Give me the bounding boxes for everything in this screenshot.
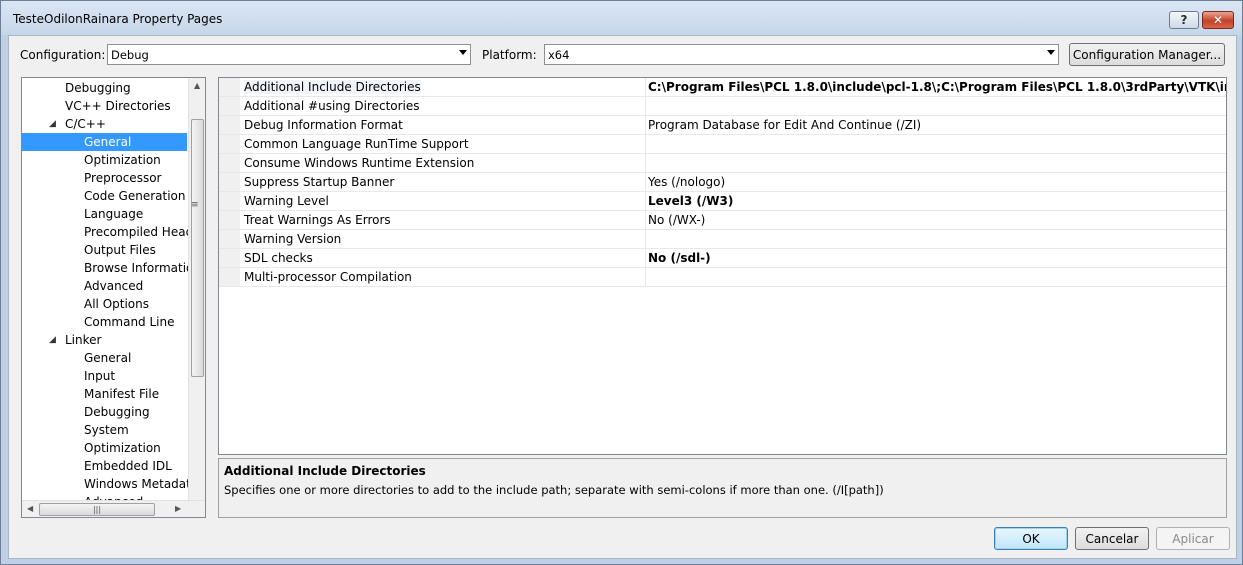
property-row[interactable]: Treat Warnings As Errors No (/WX-)	[219, 211, 1226, 230]
property-name: Warning Version	[244, 232, 342, 246]
property-row[interactable]: Suppress Startup Banner Yes (/nologo)	[219, 173, 1226, 192]
property-value[interactable]: C:\Program Files\PCL 1.8.0\include\pcl-1…	[645, 78, 1226, 96]
chevron-down-icon	[1047, 50, 1055, 55]
tree-vertical-thumb[interactable]	[191, 119, 204, 377]
apply-button[interactable]: Aplicar	[1156, 527, 1230, 550]
property-value[interactable]: Program Database for Edit And Continue (…	[645, 116, 1226, 134]
tree-item-label: General	[84, 351, 132, 365]
ok-button[interactable]: OK	[994, 527, 1068, 550]
property-name: Consume Windows Runtime Extension	[244, 156, 475, 170]
tree-item-label: All Options	[84, 297, 149, 311]
tree-item-label: Precompiled Heade	[84, 225, 201, 239]
description-text: Specifies one or more directories to add…	[224, 483, 884, 497]
close-button[interactable]: ✕	[1202, 11, 1234, 29]
tree-horizontal-thumb[interactable]: |||	[39, 503, 155, 516]
property-row[interactable]: SDL checks No (/sdl-)	[219, 249, 1226, 268]
tree-item-label: Advanced	[84, 279, 144, 293]
property-row[interactable]: Multi-processor Compilation	[219, 268, 1226, 287]
category-tree[interactable]: Debugging VC++ Directories ◢ C/C++ General Op…	[21, 77, 206, 518]
grip-icon: ≡	[191, 200, 199, 210]
tree-item[interactable]: General	[22, 133, 187, 151]
property-name: Treat Warnings As Errors	[244, 213, 391, 227]
tree-item-label: Optimization	[84, 153, 161, 167]
property-value[interactable]	[645, 97, 1226, 115]
title-bar: TesteOdilonRainara Property Pages ? ✕	[1, 1, 1242, 35]
property-row[interactable]: Warning Level Level3 (/W3)	[219, 192, 1226, 211]
tree-item-label: C/C++	[65, 117, 106, 131]
property-value[interactable]	[645, 135, 1226, 153]
scroll-left-icon[interactable]: ◀	[27, 504, 33, 513]
property-value[interactable]: Level3 (/W3)	[645, 192, 1226, 210]
property-name: Multi-processor Compilation	[244, 270, 412, 284]
tree-item-label: Linker	[65, 333, 102, 347]
configuration-manager-label: Configuration Manager...	[1072, 47, 1222, 62]
tree-item-label: Windows Metadata	[84, 477, 199, 491]
window-title: TesteOdilonRainara Property Pages	[13, 12, 223, 26]
tree-item-label: Manifest File	[84, 387, 160, 401]
property-name: SDL checks	[244, 251, 313, 265]
description-panel: Additional Include Directories Specifies…	[218, 458, 1227, 518]
dialog-body: Configuration: Debug Platform: x64 Confi…	[8, 35, 1237, 559]
tree-item-label: Preprocessor	[84, 171, 162, 185]
property-value[interactable]	[645, 154, 1226, 172]
ok-label: OK	[1022, 531, 1040, 546]
property-name: Additional #using Directories	[244, 99, 420, 113]
tree-item-label: Input	[84, 369, 116, 383]
property-pages-window: TesteOdilonRainara Property Pages ? ✕ Co…	[0, 0, 1243, 565]
apply-label: Aplicar	[1172, 531, 1214, 546]
description-title: Additional Include Directories	[224, 464, 426, 478]
property-row[interactable]: Warning Version	[219, 230, 1226, 249]
tree-item-label: Embedded IDL	[84, 459, 172, 473]
property-value[interactable]	[645, 230, 1226, 248]
tree-vertical-scrollbar[interactable]: ▲ ≡	[188, 78, 205, 502]
tree-item-label: Debugging	[65, 81, 131, 95]
property-value[interactable]: Yes (/nologo)	[645, 173, 1226, 191]
expand-arrow-icon[interactable]: ◢	[49, 331, 56, 349]
tree-item-label: Output Files	[84, 243, 156, 257]
tree-item-label: System	[84, 423, 129, 437]
property-row[interactable]: Common Language RunTime Support	[219, 135, 1226, 154]
tree-item-label: VC++ Directories	[65, 99, 171, 113]
tree-horizontal-scrollbar[interactable]: ◀ ||| ▶	[22, 500, 205, 517]
scroll-right-icon[interactable]: ▶	[175, 504, 181, 513]
tree-item-label: Language	[84, 207, 144, 221]
platform-value: x64	[548, 48, 570, 62]
tree-item-label: Browse Information	[84, 261, 201, 275]
platform-select[interactable]: x64	[544, 44, 1059, 65]
property-name: Additional Include Directories	[244, 80, 421, 94]
help-icon: ?	[1180, 13, 1188, 27]
chevron-down-icon	[459, 50, 467, 55]
configuration-value: Debug	[111, 48, 149, 62]
cancel-button[interactable]: Cancelar	[1075, 527, 1149, 550]
help-button[interactable]: ?	[1169, 11, 1199, 29]
property-row[interactable]: Consume Windows Runtime Extension	[219, 154, 1226, 173]
tree-item-label: General	[84, 135, 132, 149]
property-name: Warning Level	[244, 194, 329, 208]
configuration-label: Configuration:	[20, 48, 106, 62]
property-row[interactable]: Additional Include Directories C:\Program…	[219, 78, 1226, 97]
tree-item-label: Debugging	[84, 405, 150, 419]
property-row[interactable]: Debug Information Format Program Database…	[219, 116, 1226, 135]
close-icon: ✕	[1212, 13, 1224, 27]
tree-item-label: Command Line	[84, 315, 175, 329]
tree-item-label: Code Generation	[84, 189, 186, 203]
scroll-up-icon[interactable]: ▲	[194, 81, 200, 90]
cancel-label: Cancelar	[1085, 531, 1139, 546]
expand-arrow-icon[interactable]: ◢	[49, 115, 56, 133]
property-grid: Additional Include Directories C:\Program…	[218, 77, 1227, 455]
configuration-select[interactable]: Debug	[107, 44, 471, 65]
tree-item-label: Optimization	[84, 441, 161, 455]
property-name: Common Language RunTime Support	[244, 137, 469, 151]
property-value[interactable]: No (/sdl-)	[645, 249, 1226, 267]
platform-label: Platform:	[482, 48, 537, 62]
property-name: Debug Information Format	[244, 118, 403, 132]
property-row[interactable]: Additional #using Directories	[219, 97, 1226, 116]
configuration-manager-button[interactable]: Configuration Manager...	[1069, 43, 1225, 66]
property-name: Suppress Startup Banner	[244, 175, 395, 189]
property-value[interactable]: No (/WX-)	[645, 211, 1226, 229]
property-value[interactable]	[645, 268, 1226, 286]
